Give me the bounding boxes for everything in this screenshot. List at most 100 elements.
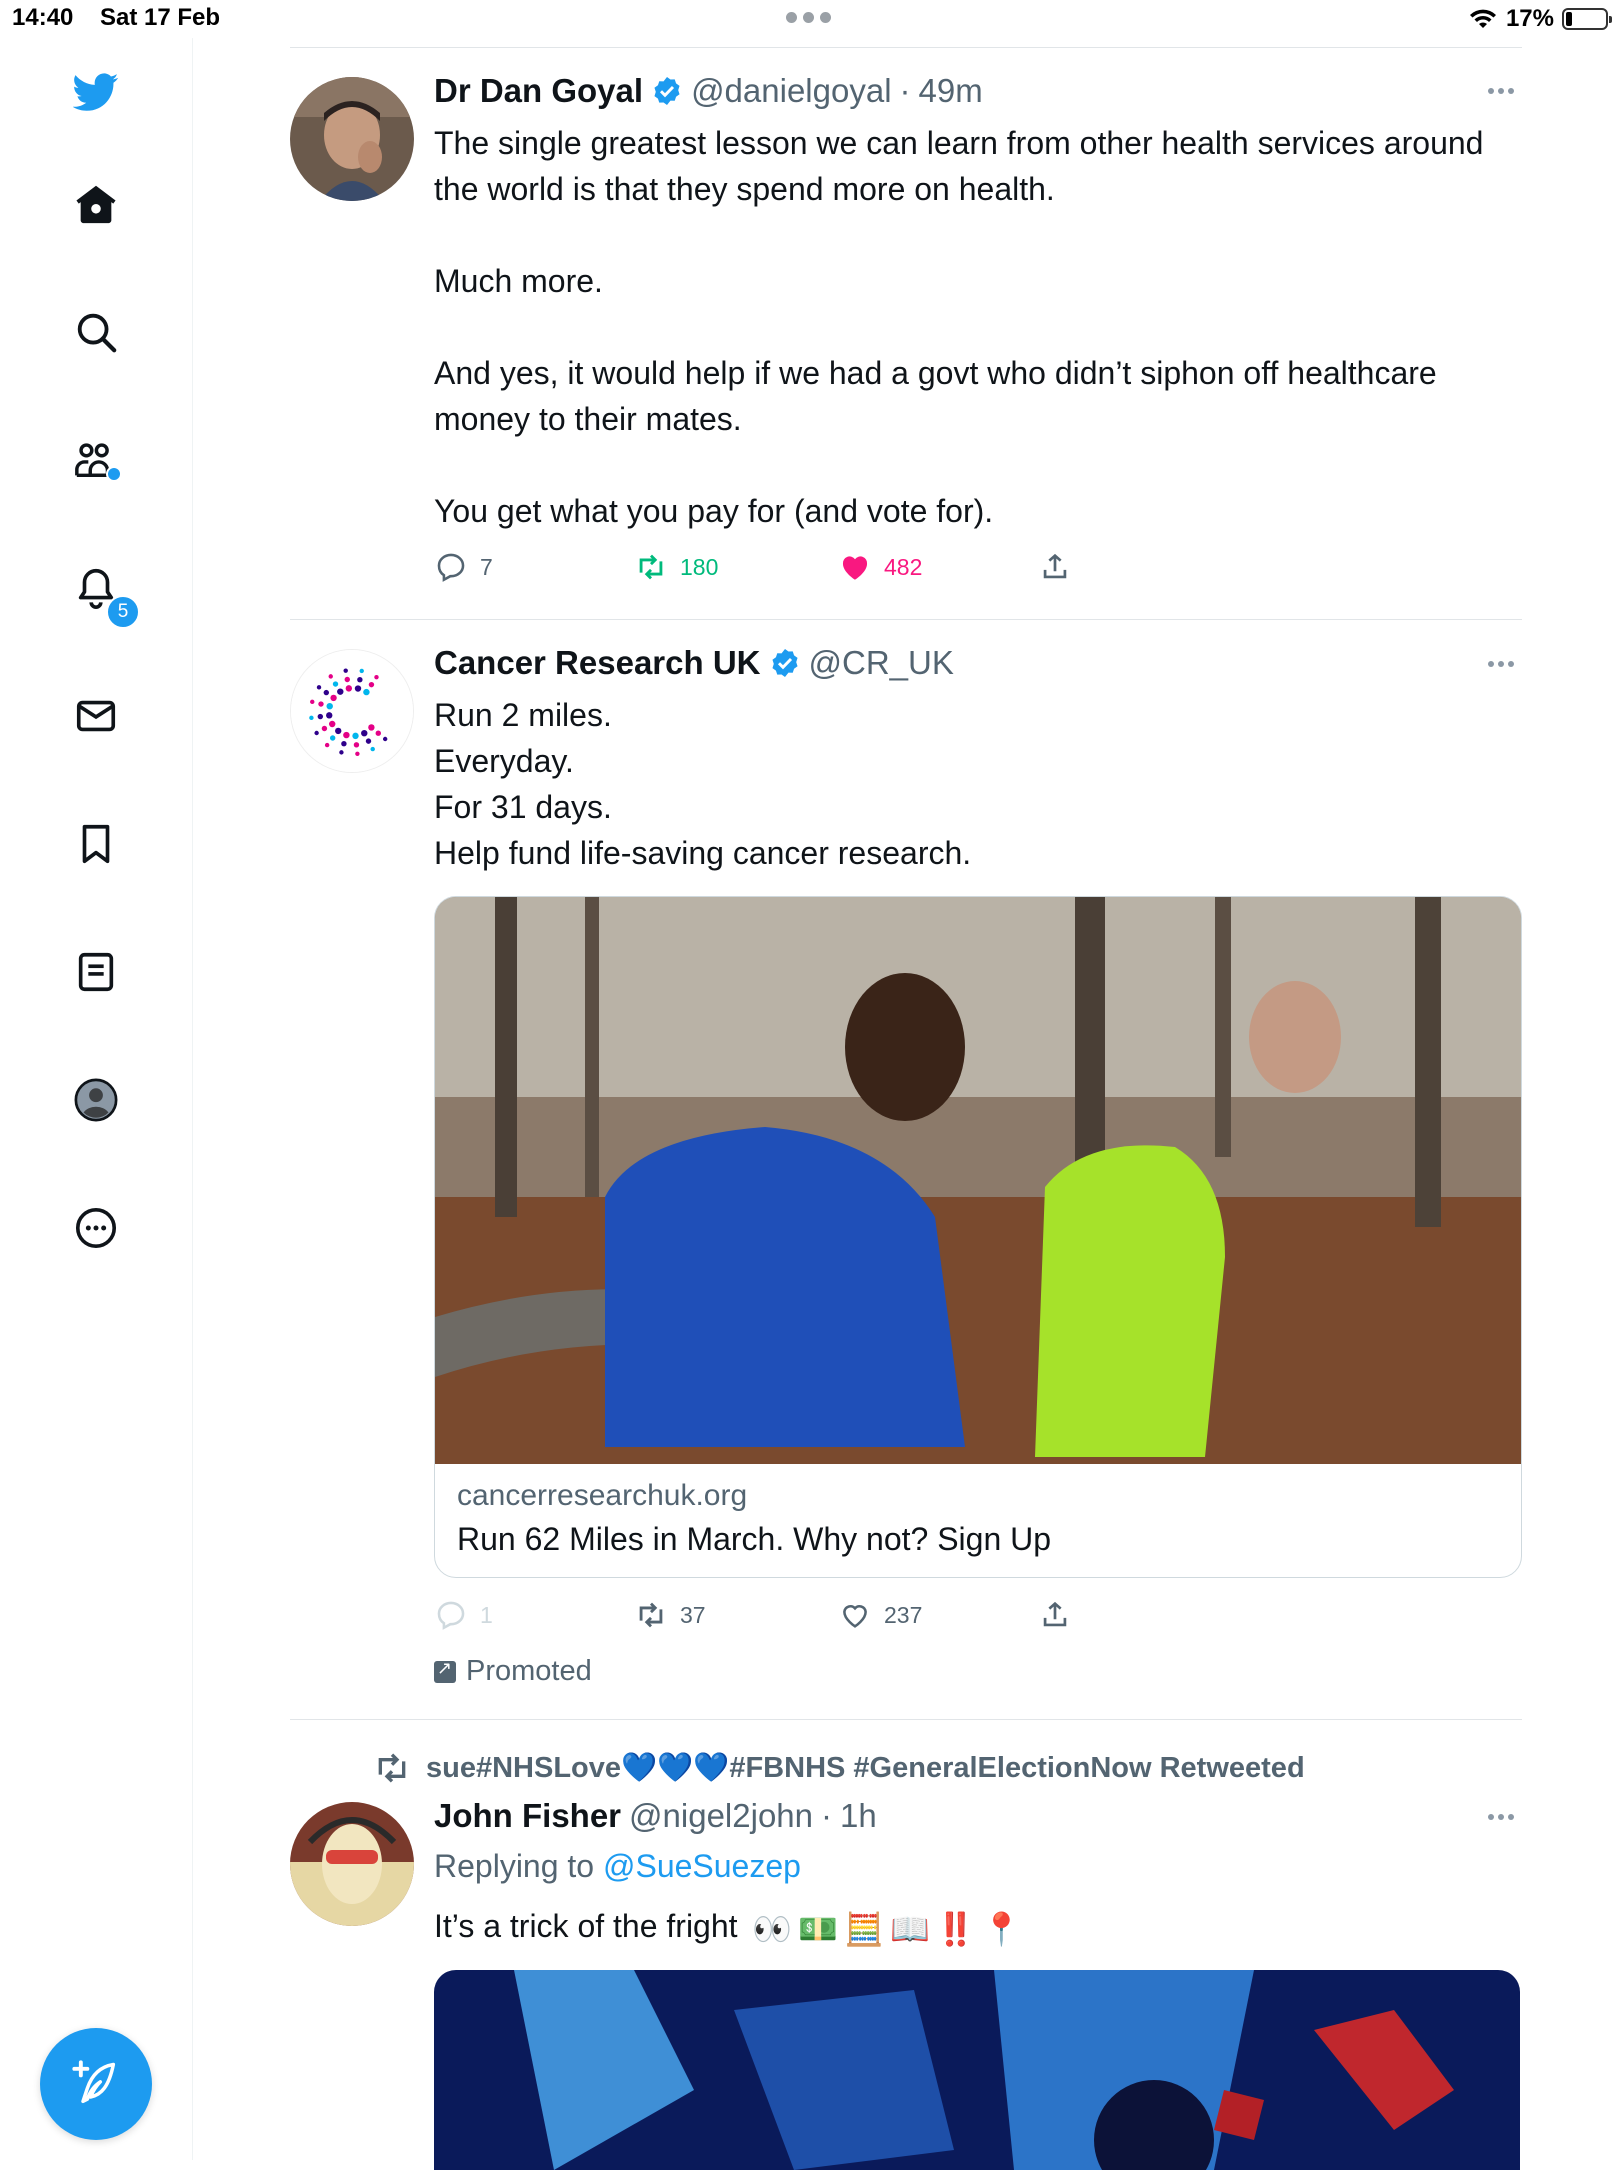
card-image[interactable] [435,897,1521,1464]
replying-prefix: Replying to [434,1848,595,1884]
avatar[interactable] [290,649,414,773]
tweet-paragraph: And yes, it would help if we had a govt … [434,355,1437,437]
share-button[interactable] [1038,550,1072,584]
lists-icon[interactable] [66,942,126,1002]
book-emoji: 📖 [889,1910,930,1947]
reply-count: 7 [480,553,493,580]
tweet-paragraph: You get what you pay for (and vote for). [434,493,994,529]
heart-icon [843,1605,867,1628]
logo-dot [326,712,333,719]
handle[interactable]: @CR_UK [809,644,954,682]
logo-dot [365,738,372,744]
retweet-icon [639,1602,663,1628]
reply-button[interactable]: 1 [434,1598,493,1632]
logo-dot [321,725,328,732]
logo-dot [359,668,364,674]
twitter-bird-icon[interactable] [66,62,126,122]
battery-icon [1562,8,1612,30]
logo-dot [363,688,370,696]
logo-dot [318,701,324,707]
share-button[interactable] [1038,1598,1072,1632]
logo-dot [310,699,315,705]
tweet-line: Everyday. [434,743,574,779]
tweet-line: Run 2 miles. [434,697,612,733]
tweet-actions: 1 37 237 [434,1598,1134,1638]
avatar[interactable] [290,77,414,201]
logo-dot [332,681,339,687]
like-button[interactable]: 237 [838,1598,922,1632]
logo-dot [354,685,362,692]
emoji-row: 👀 💵 🧮 📖 ‼️ 📍 [752,1906,1021,1952]
tweet-paragraph: The single greatest lesson we can learn … [434,125,1484,207]
like-button[interactable]: 482 [838,550,922,584]
battery-percent: 17% [1505,5,1554,32]
card-domain: cancerresearchuk.org [457,1479,748,1512]
logo-dot [375,730,381,736]
display-name[interactable]: Dr Dan Goyal [434,72,643,110]
handle[interactable]: @danielgoyal [691,72,891,110]
promoted-label: Promoted [434,1655,592,1688]
tweet-text: The single greatest lesson we can learn … [434,120,1524,534]
logo-dot [309,715,314,721]
avatar[interactable] [290,1802,414,1926]
wifi-icon [1469,9,1496,28]
logo-dot [324,742,330,748]
verified-badge-icon [771,649,798,677]
display-name[interactable]: John Fisher [434,1797,621,1835]
promoted-text: Promoted [466,1655,592,1687]
handle[interactable]: @nigel2john [629,1797,813,1835]
separator-dot: · [821,1797,832,1834]
share-icon [1043,1601,1067,1627]
bookmark-icon[interactable] [66,814,126,874]
logo-dot [323,689,330,696]
logo-dot [328,674,333,679]
retweet-count: 37 [680,1601,706,1628]
more-options-icon[interactable] [1488,661,1518,671]
verified-badge-icon [654,77,680,105]
retweet-context[interactable]: sue#NHSLove💙💙💙#FBNHS #GeneralElectionNow… [372,1748,1305,1788]
money-emoji: 💵 [798,1910,839,1947]
logo-dot [314,730,319,736]
logo-dot [361,729,368,737]
retweet-icon [378,1753,406,1783]
display-name[interactable]: Cancer Research UK [434,644,761,682]
mail-icon[interactable] [66,686,126,746]
more-options-icon[interactable] [1488,88,1518,98]
timestamp[interactable]: 49m [919,72,983,110]
multitasking-dots-icon[interactable] [786,12,834,24]
tweet-media[interactable] [434,1970,1520,2170]
logo-dot [335,727,342,735]
divider [290,619,1522,620]
logo-dot [339,750,344,755]
replying-to-link[interactable]: @SueSuezep [603,1848,801,1884]
profile-icon[interactable] [66,1070,126,1130]
logo-dot [326,702,333,710]
reply-icon [437,553,465,582]
retweet-button[interactable]: 37 [634,1598,706,1632]
status-time: 14:40 [12,4,74,31]
logo-dot [316,685,322,690]
reply-count: 1 [480,1601,493,1628]
share-icon [1043,553,1067,579]
logo-dot [317,713,324,720]
compose-tweet-icon[interactable] [40,2028,152,2140]
timestamp[interactable]: 1h [840,1797,877,1835]
search-icon[interactable] [66,302,126,362]
logo-dot [382,736,388,742]
divider [290,1719,1522,1720]
abacus-emoji: 🧮 [844,1910,884,1947]
tweet-paragraph: Much more. [434,263,603,299]
retweet-button[interactable]: 180 [634,550,718,584]
retweet-icon [639,554,663,580]
home-icon[interactable] [66,174,126,234]
logo-dot [355,751,360,756]
more-options-icon[interactable] [1488,1814,1518,1824]
card-title: Run 62 Miles in March. Why not? Sign Up [457,1521,1052,1557]
link-card[interactable]: cancerresearchuk.org Run 62 Miles in Mar… [434,896,1522,1578]
heart-filled-icon [842,556,868,580]
retweeted-by-text: sue#NHSLove💙💙💙#FBNHS #GeneralElectionNow… [426,1752,1305,1784]
logo-dot [357,677,363,683]
pin-emoji: 📍 [981,1910,1022,1947]
more-icon[interactable] [66,1198,126,1258]
reply-button[interactable]: 7 [434,550,493,584]
